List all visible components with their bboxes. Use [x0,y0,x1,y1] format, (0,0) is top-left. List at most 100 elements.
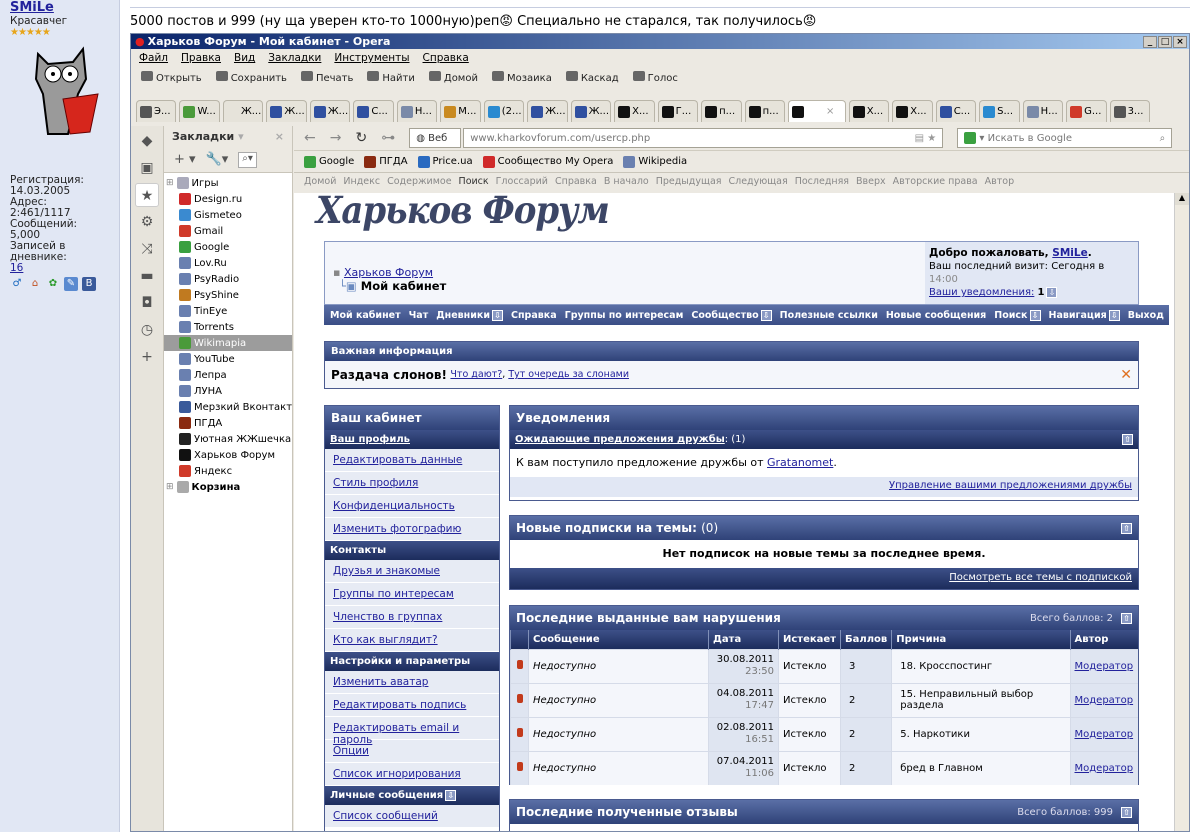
web-mode-badge[interactable]: ◍ Веб [409,128,462,148]
bookmark-item[interactable]: Torrents [164,319,292,335]
nav-link[interactable]: Поиск [459,176,489,188]
nav-link[interactable]: Содержимое [387,176,451,188]
bookmark-item[interactable]: ⊞ Игры [164,175,292,191]
vkontakte-icon[interactable]: B [82,277,96,291]
rss-star-icon[interactable]: ▤ ★ [915,133,937,144]
reload-icon[interactable]: ↻ [355,130,367,146]
add-bookmark-icon[interactable]: + ▾ [174,152,196,168]
toolbar-button-6[interactable]: Каскад [565,71,619,85]
tab[interactable]: Ж... [527,100,568,122]
bookmark-item[interactable]: Уютная ЖЖшечка [164,431,292,447]
tab[interactable]: Ж... [570,100,612,122]
navbar-item[interactable]: Группы по интересам [565,310,684,321]
collapse-icon[interactable]: ⇧ [1121,522,1132,534]
maximize-button[interactable]: □ [1158,35,1172,48]
nav-link[interactable]: Авторские права [893,176,978,188]
bookmark-item[interactable]: TinEye [164,303,292,319]
nav-link[interactable]: Справка [555,176,597,188]
dropdown-arrow-icon[interactable]: ⇩ [1029,309,1041,321]
forum-logo[interactable]: Харьков Форум [316,193,610,233]
author-link[interactable]: Модератор [1075,661,1134,672]
navbar-item[interactable]: Чат [409,310,429,321]
queue-link[interactable]: Тут очередь за слонами [508,369,629,380]
menu-item-link[interactable]: Опции [333,745,369,757]
notes-icon[interactable]: ▬ [135,264,159,288]
bookmark-item[interactable]: YouTube [164,351,292,367]
bookmark-item[interactable]: Wikimapia [164,335,292,351]
collapse-icon[interactable]: ⇧ [1121,612,1132,624]
nav-link[interactable]: Глоссарий [496,176,548,188]
nav-link[interactable]: В начало [604,176,649,188]
bookmark-item[interactable]: Яндекс [164,463,292,479]
collapse-icon[interactable]: ⇧ [1121,806,1132,818]
navbar-item[interactable]: Мой кабинет [330,310,401,321]
bookmark-bar-item[interactable]: Google [304,155,354,168]
tab[interactable]: Х... [848,100,890,122]
tab[interactable]: × [788,100,846,122]
requester-link[interactable]: Gratanomet [767,456,833,469]
author-link[interactable]: Модератор [1075,729,1134,740]
toolbar-button-1[interactable]: Сохранить [215,71,287,85]
dropdown-icon[interactable]: ▾ [234,130,244,144]
menu-item-link[interactable]: Редактировать подпись [333,699,466,711]
menu-item-link[interactable]: Кто как выглядит? [333,634,438,646]
tab[interactable]: п... [701,100,742,122]
url-input[interactable]: www.kharkovforum.com/usercp.php ▤ ★ [463,128,944,148]
menu-item-0[interactable]: Файл [139,52,168,64]
menu-item-link[interactable]: Список игнорирования [333,768,461,780]
navbar-item[interactable]: Справка [511,310,557,321]
tab[interactable]: Ж... [222,100,264,122]
toolbar-button-7[interactable]: Голос [632,71,678,85]
bookmark-item[interactable]: Design.ru [164,191,292,207]
toolbar-button-2[interactable]: Печать [300,71,353,85]
bookmark-item[interactable]: ЛУНА [164,383,292,399]
bookmark-item[interactable]: Lov.Ru [164,255,292,271]
dropdown-arrow-icon[interactable]: ⇩ [760,309,772,321]
menu-item-5[interactable]: Справка [423,52,469,64]
menu-item-link[interactable]: Конфиденциальность [333,500,455,512]
menu-item-link[interactable]: Друзья и знакомые [333,565,440,577]
tab[interactable]: С... [935,100,977,122]
wrench-icon[interactable]: 🔧▾ [206,152,229,168]
navbar-item[interactable]: Новые сообщения [886,310,986,321]
menu-item-4[interactable]: Инструменты [334,52,409,64]
user-link[interactable]: SMiLe [1052,247,1087,259]
close-panel-icon[interactable]: × [275,130,284,144]
menu-item-link[interactable]: Изменить фотографию [333,523,461,535]
menu-item-link[interactable]: Список сообщений [333,810,438,822]
nav-link[interactable]: Индекс [343,176,380,188]
nav-link[interactable]: Автор [985,176,1014,188]
tab[interactable]: Г... [657,100,699,122]
home-icon[interactable]: ⌂ [28,277,42,291]
menu-item-link[interactable]: Членство в группах [333,611,442,623]
menu-item-1[interactable]: Правка [181,52,221,64]
menu-item-link[interactable]: Изменить аватар [333,676,428,688]
friend-requests-link[interactable]: Ожидающие предложения дружбы [515,434,725,445]
bookmark-item[interactable]: ⊞ Корзина [164,479,292,495]
tab[interactable]: S... [979,100,1020,122]
new-tab-plus-icon[interactable] [1153,100,1165,124]
close-button[interactable]: × [1173,35,1187,48]
nav-link[interactable]: Следующая [728,176,787,188]
share-icon[interactable]: ⤨ [135,237,159,261]
author-link[interactable]: Модератор [1075,763,1134,774]
dropdown-arrow-icon[interactable]: ⇩ [445,790,457,801]
manage-friend-requests-link[interactable]: Управление вашими предложениями дружбы [889,480,1132,491]
minimize-button[interactable]: _ [1143,35,1157,48]
nav-link[interactable]: Последняя [795,176,849,188]
tab[interactable]: Ж... [266,100,307,122]
notifications-link[interactable]: Ваши уведомления: [929,287,1034,298]
tab[interactable]: М... [440,100,481,122]
collapse-icon[interactable]: ⇧ [1122,434,1133,445]
bookmarks-star-icon[interactable]: ★ [135,183,159,207]
menu-section-title[interactable]: Ваш профиль [330,434,410,445]
expand-icon[interactable]: ⊞ [166,482,174,492]
toolbar-button-5[interactable]: Мозаика [491,71,552,85]
toolbar-button-3[interactable]: Найти [367,71,415,85]
navbar-item[interactable]: Полезные ссылки [780,310,878,321]
google-icon[interactable]: ◆ [135,129,159,153]
bookmark-bar-item[interactable]: Wikipedia [623,155,687,168]
search-input[interactable]: ▾ Искать в Google ⌕ [957,128,1173,148]
search-icon[interactable]: ⌕ [1160,133,1166,144]
page-scrollbar[interactable]: ▲ [1174,193,1189,831]
